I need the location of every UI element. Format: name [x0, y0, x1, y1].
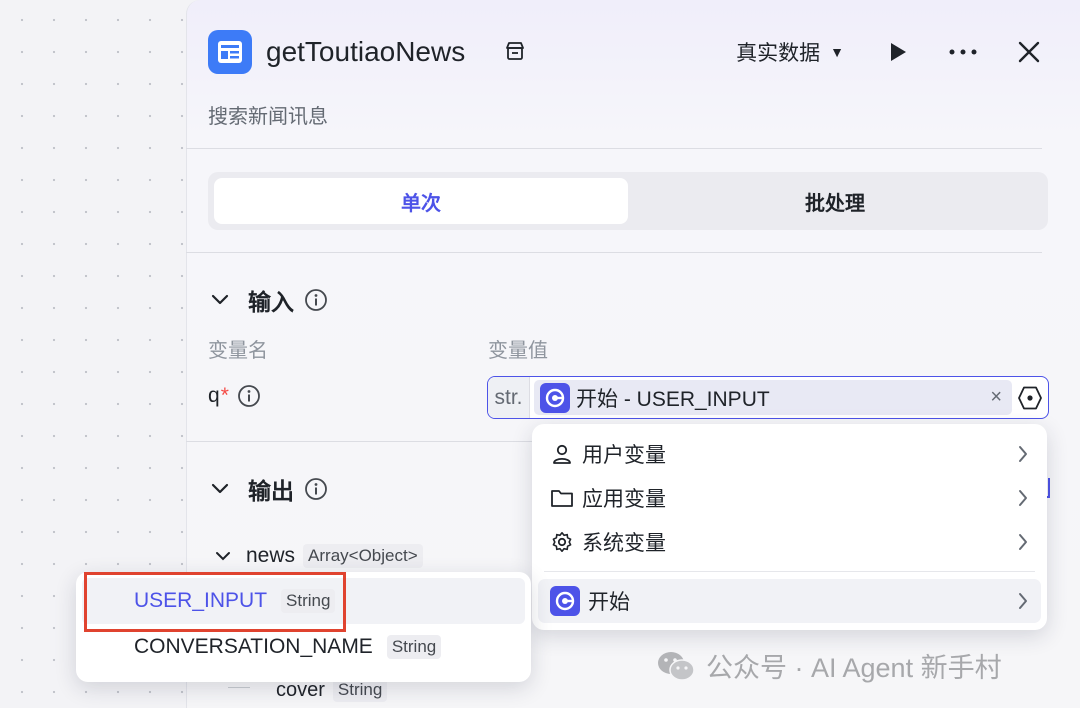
variable-reference-label: 开始 - USER_INPUT	[576, 387, 770, 411]
start-node-icon	[550, 586, 580, 616]
variable-source-menu: 用户变量 应用变量 系统变量 开始	[532, 424, 1047, 630]
menu-item-label: 系统变量	[582, 532, 666, 555]
menu-item-label: 开始	[588, 591, 630, 614]
chevron-right-icon	[1017, 532, 1029, 552]
output-section-header[interactable]: 输出	[210, 472, 328, 506]
run-icon[interactable]	[886, 41, 908, 63]
divider	[186, 148, 1042, 149]
chevron-down-icon	[214, 551, 232, 562]
gear-icon	[550, 530, 574, 554]
start-node-icon	[540, 382, 570, 413]
chevron-right-icon	[1017, 488, 1029, 508]
info-icon[interactable]	[237, 384, 261, 408]
param-q: q *	[208, 384, 261, 408]
close-icon[interactable]	[1018, 41, 1040, 63]
folder-icon	[550, 486, 574, 510]
node-description: 搜索新闻讯息	[208, 106, 328, 128]
node-title: getToutiaoNews	[266, 36, 466, 67]
more-icon[interactable]	[948, 48, 978, 56]
chevron-down-icon	[210, 294, 230, 306]
header-actions: 真实数据 ▼	[736, 34, 1040, 70]
clear-icon[interactable]: ×	[990, 386, 1002, 409]
caret-down-icon: ▼	[830, 44, 844, 60]
param-name: q	[208, 384, 220, 407]
divider	[186, 441, 532, 442]
highlight-annotation-box	[84, 572, 346, 632]
data-source-label: 真实数据	[736, 42, 821, 65]
info-icon[interactable]	[304, 288, 328, 312]
user-icon	[550, 442, 574, 466]
variable-picker-icon[interactable]	[1012, 377, 1048, 418]
required-mark: *	[220, 384, 229, 407]
column-label-value: 变量值	[488, 340, 548, 362]
column-label-name: 变量名	[208, 340, 268, 362]
field-type-badge: Array<Object>	[303, 544, 423, 568]
variable-name: CONVERSATION_NAME	[134, 635, 373, 658]
menu-item-label: 用户变量	[582, 444, 666, 467]
watermark-text: 公众号 · AI Agent 新手村	[706, 653, 1002, 683]
param-value-input[interactable]: str. 开始 - USER_INPUT ×	[487, 376, 1049, 419]
input-section-title: 输入	[248, 289, 294, 315]
menu-divider	[544, 571, 1035, 572]
info-icon[interactable]	[304, 477, 328, 501]
menu-item-start-node[interactable]: 开始	[538, 579, 1041, 623]
menu-item-user-variables[interactable]: 用户变量	[538, 432, 1041, 476]
menu-item-app-variables[interactable]: 应用变量	[538, 476, 1041, 520]
plugin-icon	[208, 30, 252, 74]
mode-tabs: 单次 批处理	[208, 172, 1048, 230]
data-source-select[interactable]: 真实数据 ▼	[736, 37, 844, 67]
output-section-title: 输出	[248, 478, 294, 504]
output-field-news[interactable]: news Array<Object>	[214, 544, 423, 568]
divider	[186, 252, 1042, 253]
variable-type-badge: String	[386, 635, 442, 659]
menu-item-label: 应用变量	[582, 488, 666, 511]
field-name: news	[246, 544, 296, 567]
store-icon[interactable]	[504, 40, 526, 62]
watermark: 公众号 · AI Agent 新手村	[656, 646, 1002, 685]
chevron-right-icon	[1017, 444, 1029, 464]
variable-reference-tag[interactable]: 开始 - USER_INPUT ×	[534, 380, 1012, 415]
chevron-down-icon	[210, 483, 230, 495]
tab-batch[interactable]: 批处理	[628, 178, 1042, 224]
value-type-label: str.	[488, 377, 530, 418]
menu-item-system-variables[interactable]: 系统变量	[538, 520, 1041, 564]
chevron-right-icon	[1017, 591, 1029, 611]
wechat-icon	[656, 649, 696, 683]
tab-single[interactable]: 单次	[214, 178, 628, 224]
input-section-header[interactable]: 输入	[210, 283, 328, 317]
